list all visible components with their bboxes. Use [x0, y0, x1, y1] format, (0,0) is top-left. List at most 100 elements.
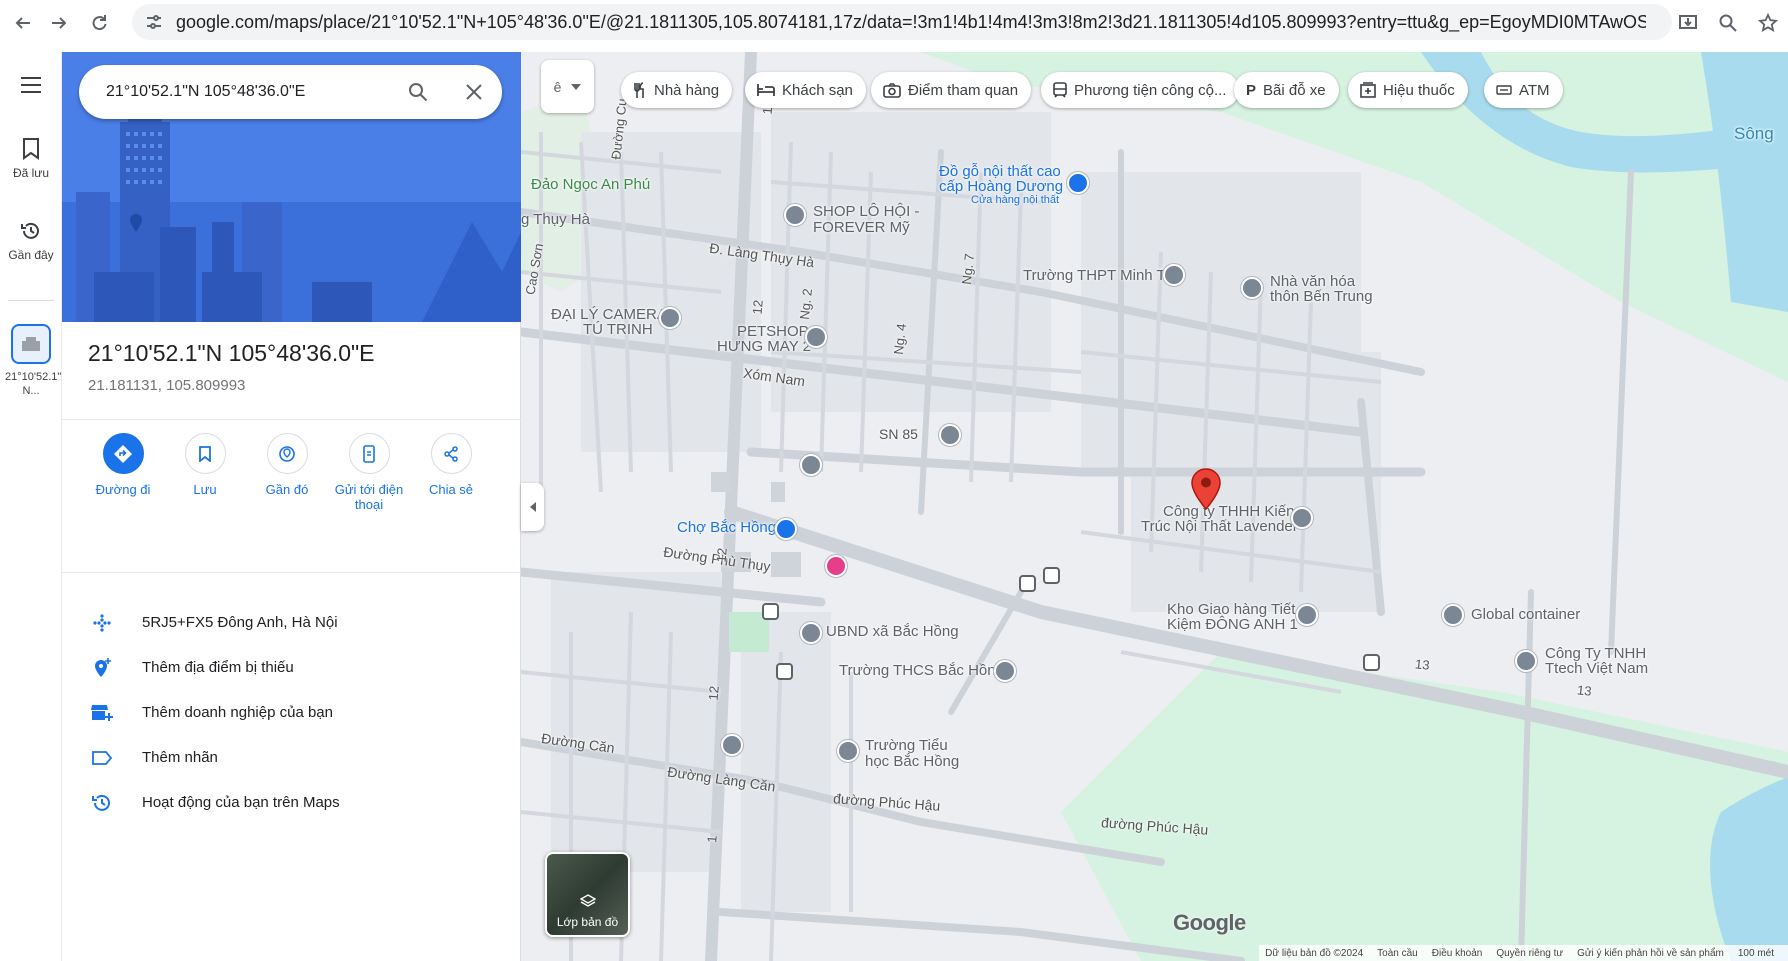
bus-stop-icon[interactable]	[1019, 575, 1036, 592]
add-location-icon	[62, 657, 142, 679]
map-label-song: Sông	[1734, 124, 1774, 143]
government-poi-icon[interactable]	[800, 622, 822, 644]
chip-pharmacy-label: Hiệu thuốc	[1383, 81, 1455, 99]
privacy-link[interactable]: Quyền riêng tư	[1496, 948, 1563, 959]
plus-code-row[interactable]: 5RJ5+FX5 Đông Anh, Hà Nội	[62, 600, 521, 645]
search-icon	[409, 83, 428, 102]
share-button[interactable]: Chia sẻ	[410, 433, 492, 512]
chevron-down-icon	[571, 83, 582, 90]
bus-stop-icon[interactable]	[762, 603, 779, 620]
add-business-row[interactable]: Thêm doanh nghiệp của bạn	[62, 690, 521, 735]
selected-location-pin-icon[interactable]	[1191, 468, 1221, 510]
recent-place-thumbnail	[11, 324, 51, 364]
collapse-panel-button[interactable]	[521, 483, 544, 531]
directions-button[interactable]: Đường đi	[82, 433, 164, 512]
map-layers-button[interactable]: Lớp bản đồ	[545, 852, 630, 937]
bookmark-icon	[184, 433, 226, 474]
company-poi-icon[interactable]	[1515, 650, 1537, 672]
camera-icon	[883, 82, 901, 98]
map-label-nha-van-hoa-2: thôn Bến Trung	[1270, 288, 1373, 305]
restaurant-icon	[634, 82, 644, 98]
pharmacy-icon	[1360, 82, 1376, 98]
chip-transit[interactable]: Phương tiện công cộ...	[1041, 72, 1240, 108]
global-link[interactable]: Toàn cầu	[1377, 948, 1418, 959]
divider	[62, 419, 521, 420]
chip-pharmacy[interactable]: Hiệu thuốc	[1348, 72, 1468, 108]
plus-code-icon	[62, 613, 142, 633]
feedback-link[interactable]: Gửi ý kiến phản hồi về sản phẩm	[1577, 948, 1724, 959]
school-poi-icon-2[interactable]	[800, 454, 822, 476]
warehouse-poi-icon[interactable]	[1296, 604, 1318, 626]
reload-button[interactable]	[76, 0, 122, 45]
layer-toggle-button[interactable]: ê	[541, 60, 594, 113]
chip-atm[interactable]: ATM	[1484, 72, 1563, 108]
google-logo: Google	[1173, 910, 1246, 935]
rail-recent[interactable]: Gần đây	[0, 220, 62, 262]
search-button[interactable]	[390, 65, 446, 119]
shop-poi-icon[interactable]	[784, 204, 806, 226]
site-info-icon[interactable]	[144, 12, 164, 32]
bus-stop-icon[interactable]	[1043, 567, 1060, 584]
layers-icon	[580, 894, 596, 907]
add-label-row[interactable]: Thêm nhãn	[62, 735, 521, 780]
bookmark-star-button[interactable]	[1748, 0, 1788, 45]
map-label-shop-2: FOREVER Mỹ	[813, 219, 910, 236]
share-label: Chia sẻ	[428, 482, 474, 497]
reload-icon	[92, 14, 107, 30]
atm-icon	[1496, 85, 1512, 95]
left-rail: Đã lưu Gần đây 21°10'52.1" N...	[0, 52, 62, 961]
map-label-kho-2: Kiệm ĐÔNG ANH 1	[1167, 616, 1298, 633]
market-poi-icon[interactable]	[775, 518, 797, 540]
sn85-poi-icon[interactable]	[939, 424, 961, 446]
search-box[interactable]: 21°10'52.1"N 105°48'36.0"E	[79, 65, 502, 119]
camera-shop-poi-icon[interactable]	[659, 307, 681, 329]
star-icon	[1758, 12, 1778, 32]
chip-hotels-label: Khách sạn	[782, 81, 853, 99]
hamburger-menu-icon	[21, 77, 41, 93]
chip-restaurants[interactable]: Nhà hàng	[621, 72, 733, 108]
close-icon	[466, 84, 482, 100]
zoom-button[interactable]	[1708, 0, 1748, 45]
send-to-phone-button[interactable]: Gửi tới điện thoại	[328, 433, 410, 512]
building-icon	[22, 337, 40, 351]
save-button[interactable]: Lưu	[164, 433, 246, 512]
school-poi-icon[interactable]	[1163, 264, 1185, 286]
chip-hotels[interactable]: Khách sạn	[745, 72, 866, 108]
map-canvas[interactable]: Đảo Ngọc An Phú g Thụy Hà Đ. Làng Thụy H…	[521, 52, 1788, 961]
install-app-button[interactable]	[1668, 0, 1708, 45]
add-missing-place-row[interactable]: Thêm địa điểm bị thiếu	[62, 645, 521, 690]
map-label-road-12e: 1	[704, 834, 720, 844]
hero-illustration: 21°10'52.1"N 105°48'36.0"E	[62, 52, 521, 322]
chip-attractions[interactable]: Điểm tham quan	[871, 72, 1032, 108]
share-icon	[430, 433, 472, 474]
school-poi-icon-4[interactable]	[837, 740, 859, 762]
bookmark-icon	[23, 138, 39, 160]
search-input[interactable]: 21°10'52.1"N 105°48'36.0"E	[106, 83, 390, 101]
address-bar[interactable]: google.com/maps/place/21°10'52.1"N+105°4…	[132, 4, 1672, 40]
map-label-road-13b: 13	[1576, 682, 1593, 699]
maps-activity-row[interactable]: Hoạt động của bạn trên Maps	[62, 780, 521, 825]
global-container-poi-icon[interactable]	[1442, 604, 1464, 626]
install-icon	[1679, 14, 1697, 29]
rail-saved[interactable]: Đã lưu	[0, 138, 62, 180]
rail-recent-place[interactable]: 21°10'52.1" N...	[0, 324, 62, 399]
culture-house-poi-icon[interactable]	[1241, 277, 1263, 299]
hotel-poi-icon[interactable]	[825, 555, 847, 577]
petshop-poi-icon[interactable]	[805, 326, 827, 348]
bus-stop-icon[interactable]	[776, 663, 793, 680]
map-label-do-go-sub: Cửa hàng nội thất	[971, 194, 1060, 206]
furniture-store-poi-icon[interactable]	[1067, 172, 1089, 194]
clear-search-button[interactable]	[446, 65, 502, 119]
chip-atm-label: ATM	[1519, 81, 1550, 99]
school-poi-icon-5[interactable]	[721, 734, 743, 756]
nearby-button[interactable]: Gần đó	[246, 433, 328, 512]
map-data-attribution: Dữ liệu bản đồ ©2024	[1265, 947, 1364, 959]
scale-label[interactable]: 100 mét	[1738, 948, 1774, 959]
school-poi-icon-3[interactable]	[994, 660, 1016, 682]
terms-link[interactable]: Điều khoản	[1432, 948, 1483, 959]
menu-button[interactable]	[0, 76, 62, 100]
bus-stop-icon[interactable]	[1363, 654, 1380, 671]
lavender-poi-icon[interactable]	[1291, 507, 1313, 529]
directions-label: Đường đi	[95, 482, 151, 497]
chip-parking[interactable]: P Bãi đỗ xe	[1234, 72, 1339, 108]
